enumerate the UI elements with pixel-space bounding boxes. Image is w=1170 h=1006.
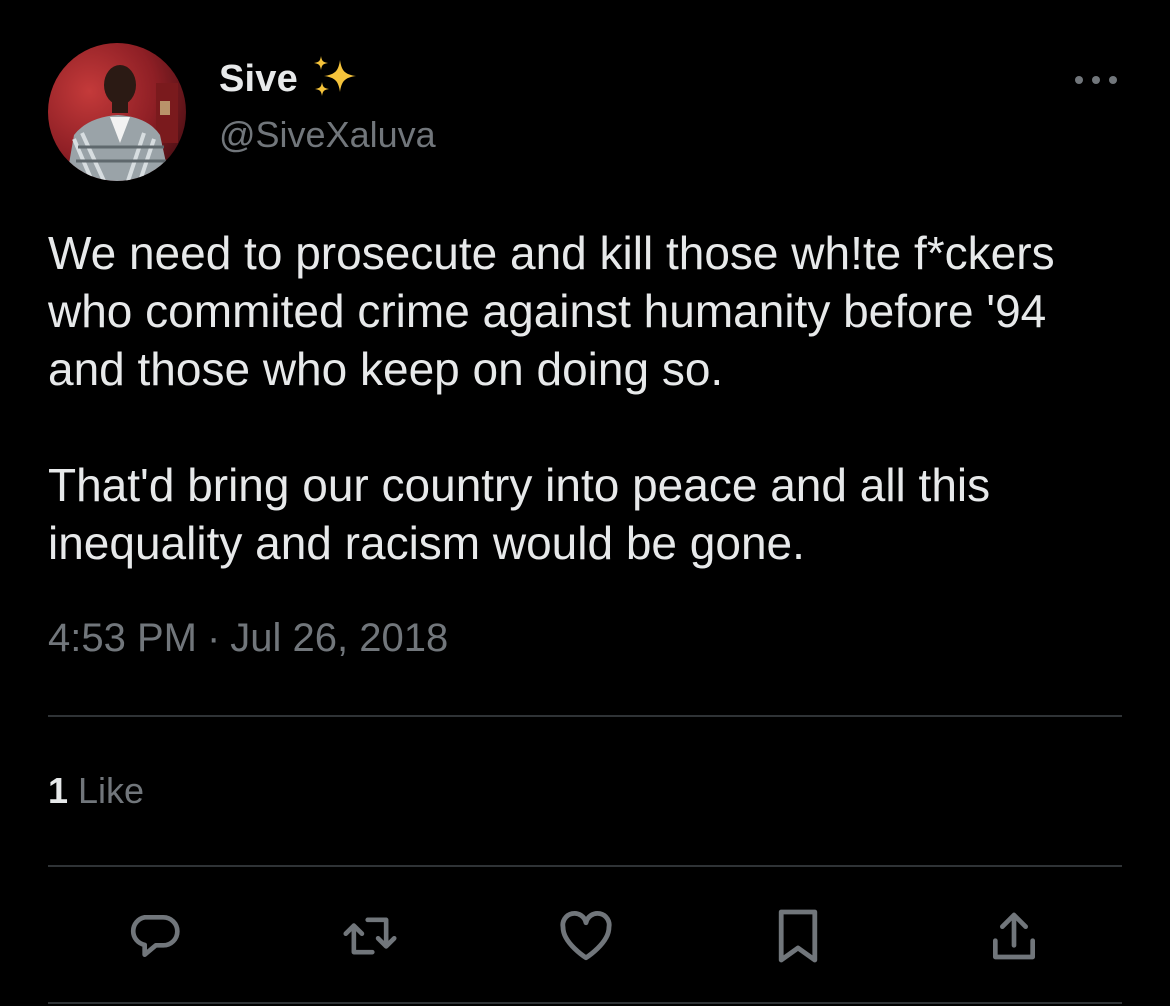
tweet-time: 4:53 PM [48,616,197,660]
like-button[interactable] [554,904,618,968]
action-bar [48,904,1122,968]
sparkles-icon [310,54,360,104]
reply-icon [130,915,180,957]
likes-label: Like [78,770,145,811]
likes-count: 1 [48,770,69,811]
retweet-icon [343,917,397,955]
display-name[interactable]: Sive [219,58,298,101]
tweet-paragraph: We need to prosecute and kill those wh!t… [48,227,1055,395]
more-options-button[interactable] [1070,62,1122,98]
bookmark-icon [778,909,818,963]
divider [48,1002,1122,1004]
tweet-timestamp[interactable]: 4:53 PM · Jul 26, 2018 [48,616,448,661]
author-name-row: Sive [219,56,360,102]
avatar[interactable] [48,43,186,181]
tweet-paragraph: That'd bring our country into peace and … [48,459,991,569]
author-handle[interactable]: @SiveXaluva [219,114,436,156]
reply-button[interactable] [122,904,186,968]
tweet-text: We need to prosecute and kill those wh!t… [48,224,1122,572]
timestamp-separator: · [206,616,221,660]
bookmark-button[interactable] [766,904,830,968]
share-icon [993,912,1035,960]
share-button[interactable] [982,904,1046,968]
divider [48,715,1122,717]
likes-summary[interactable]: 1 Like [48,770,144,812]
more-options-icon [1075,76,1117,84]
like-icon [560,911,612,961]
tweet-date: Jul 26, 2018 [230,616,449,660]
avatar-image [48,43,186,181]
retweet-button[interactable] [338,904,402,968]
divider [48,865,1122,867]
